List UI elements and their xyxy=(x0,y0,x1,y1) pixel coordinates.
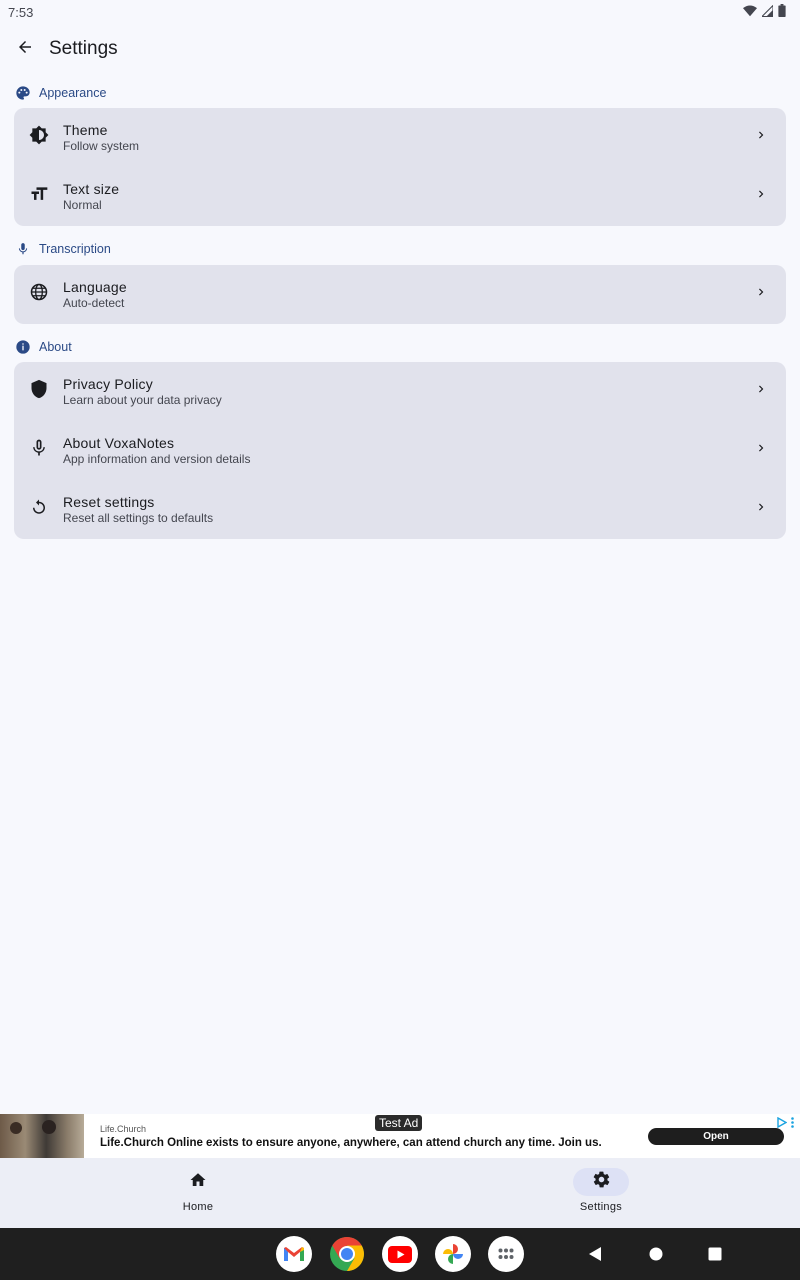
gear-icon xyxy=(592,1170,611,1194)
row-subtitle: Learn about your data privacy xyxy=(63,393,222,407)
chrome-icon[interactable] xyxy=(329,1236,365,1272)
chevron-right-icon xyxy=(754,441,768,460)
row-title: Reset settings xyxy=(63,494,155,510)
section-title: Appearance xyxy=(39,85,107,100)
card-about: Privacy Policy Learn about your data pri… xyxy=(14,362,786,539)
settings-row-privacy-policy[interactable]: Privacy Policy Learn about your data pri… xyxy=(14,362,786,421)
nav-label: Home xyxy=(182,1201,214,1213)
circle-home-icon xyxy=(649,1247,663,1265)
battery-icon xyxy=(778,4,786,20)
gmail-icon[interactable] xyxy=(276,1236,312,1272)
nav-label: Settings xyxy=(579,1201,623,1213)
shield-icon xyxy=(29,379,49,404)
settings-row-language[interactable]: Language Auto-detect xyxy=(14,265,786,324)
app-drawer-icon[interactable] xyxy=(488,1236,524,1272)
row-subtitle: Normal xyxy=(63,198,102,212)
row-title: Privacy Policy xyxy=(63,376,153,392)
bottom-navigation: Home Settings xyxy=(0,1158,800,1228)
row-subtitle: Reset all settings to defaults xyxy=(63,511,214,525)
square-recents-icon xyxy=(708,1247,722,1265)
status-bar: 7:53 xyxy=(0,0,800,24)
ad-choices[interactable] xyxy=(777,1115,794,1133)
more-vert-icon[interactable] xyxy=(791,1115,794,1133)
ad-headline: Life.Church Online exists to ensure anyo… xyxy=(100,1136,602,1149)
chevron-right-icon xyxy=(754,382,768,401)
chevron-right-icon xyxy=(754,500,768,519)
triangle-back-icon xyxy=(588,1247,602,1266)
section-header-appearance: Appearance xyxy=(14,84,106,101)
card-transcription: Language Auto-detect xyxy=(14,265,786,324)
section-header-transcription: Transcription xyxy=(14,240,111,257)
text-size-icon xyxy=(29,184,49,209)
mic-outline-icon xyxy=(29,438,49,463)
section-title: About xyxy=(39,339,72,354)
row-title: Language xyxy=(63,279,127,295)
section-title: Transcription xyxy=(39,241,111,256)
brightness-icon xyxy=(29,125,49,150)
palette-icon xyxy=(14,84,31,101)
nav-item-home[interactable]: Home xyxy=(170,1158,226,1228)
settings-row-theme[interactable]: Theme Follow system xyxy=(14,108,786,167)
settings-row-text-size[interactable]: Text size Normal xyxy=(14,167,786,226)
system-navigation-bar xyxy=(0,1228,800,1280)
ad-open-button[interactable]: Open xyxy=(648,1127,784,1145)
back-button[interactable] xyxy=(1,25,49,73)
photos-icon[interactable] xyxy=(435,1236,471,1272)
chevron-right-icon xyxy=(754,128,768,147)
test-ad-badge: Test Ad xyxy=(375,1115,423,1131)
row-subtitle: Follow system xyxy=(63,139,140,153)
page-title: Settings xyxy=(49,38,118,59)
section-header-about: About xyxy=(14,338,72,355)
ad-image[interactable] xyxy=(0,1114,84,1158)
nav-back-button[interactable] xyxy=(588,1246,602,1267)
status-time: 7:53 xyxy=(8,4,34,20)
row-title: Text size xyxy=(63,181,120,197)
chevron-right-icon xyxy=(754,187,768,206)
chevron-right-icon xyxy=(754,285,768,304)
info-icon xyxy=(14,338,31,355)
wifi-icon xyxy=(743,4,757,20)
youtube-icon[interactable] xyxy=(382,1236,418,1272)
status-icons xyxy=(743,3,786,20)
reset-icon xyxy=(30,498,48,521)
ad-advertiser: Life.Church xyxy=(100,1123,147,1134)
row-title: About VoxaNotes xyxy=(63,435,175,451)
row-title: Theme xyxy=(63,122,108,138)
nav-item-settings[interactable]: Settings xyxy=(573,1158,629,1228)
arrow-back-icon xyxy=(16,38,34,61)
nav-home-button[interactable] xyxy=(649,1247,663,1266)
mic-icon xyxy=(14,240,31,257)
cell-signal-icon xyxy=(760,3,774,20)
row-subtitle: App information and version details xyxy=(63,452,251,466)
settings-row-reset[interactable]: Reset settings Reset all settings to def… xyxy=(14,480,786,539)
card-appearance: Theme Follow system Text size Normal xyxy=(14,108,786,226)
globe-icon xyxy=(29,282,49,307)
nav-recents-button[interactable] xyxy=(708,1247,722,1266)
ad-choices-icon[interactable] xyxy=(777,1115,788,1133)
top-app-bar: Settings xyxy=(0,24,800,74)
settings-row-about-app[interactable]: About VoxaNotes App information and vers… xyxy=(14,421,786,480)
row-subtitle: Auto-detect xyxy=(63,296,125,310)
home-icon xyxy=(189,1171,207,1194)
